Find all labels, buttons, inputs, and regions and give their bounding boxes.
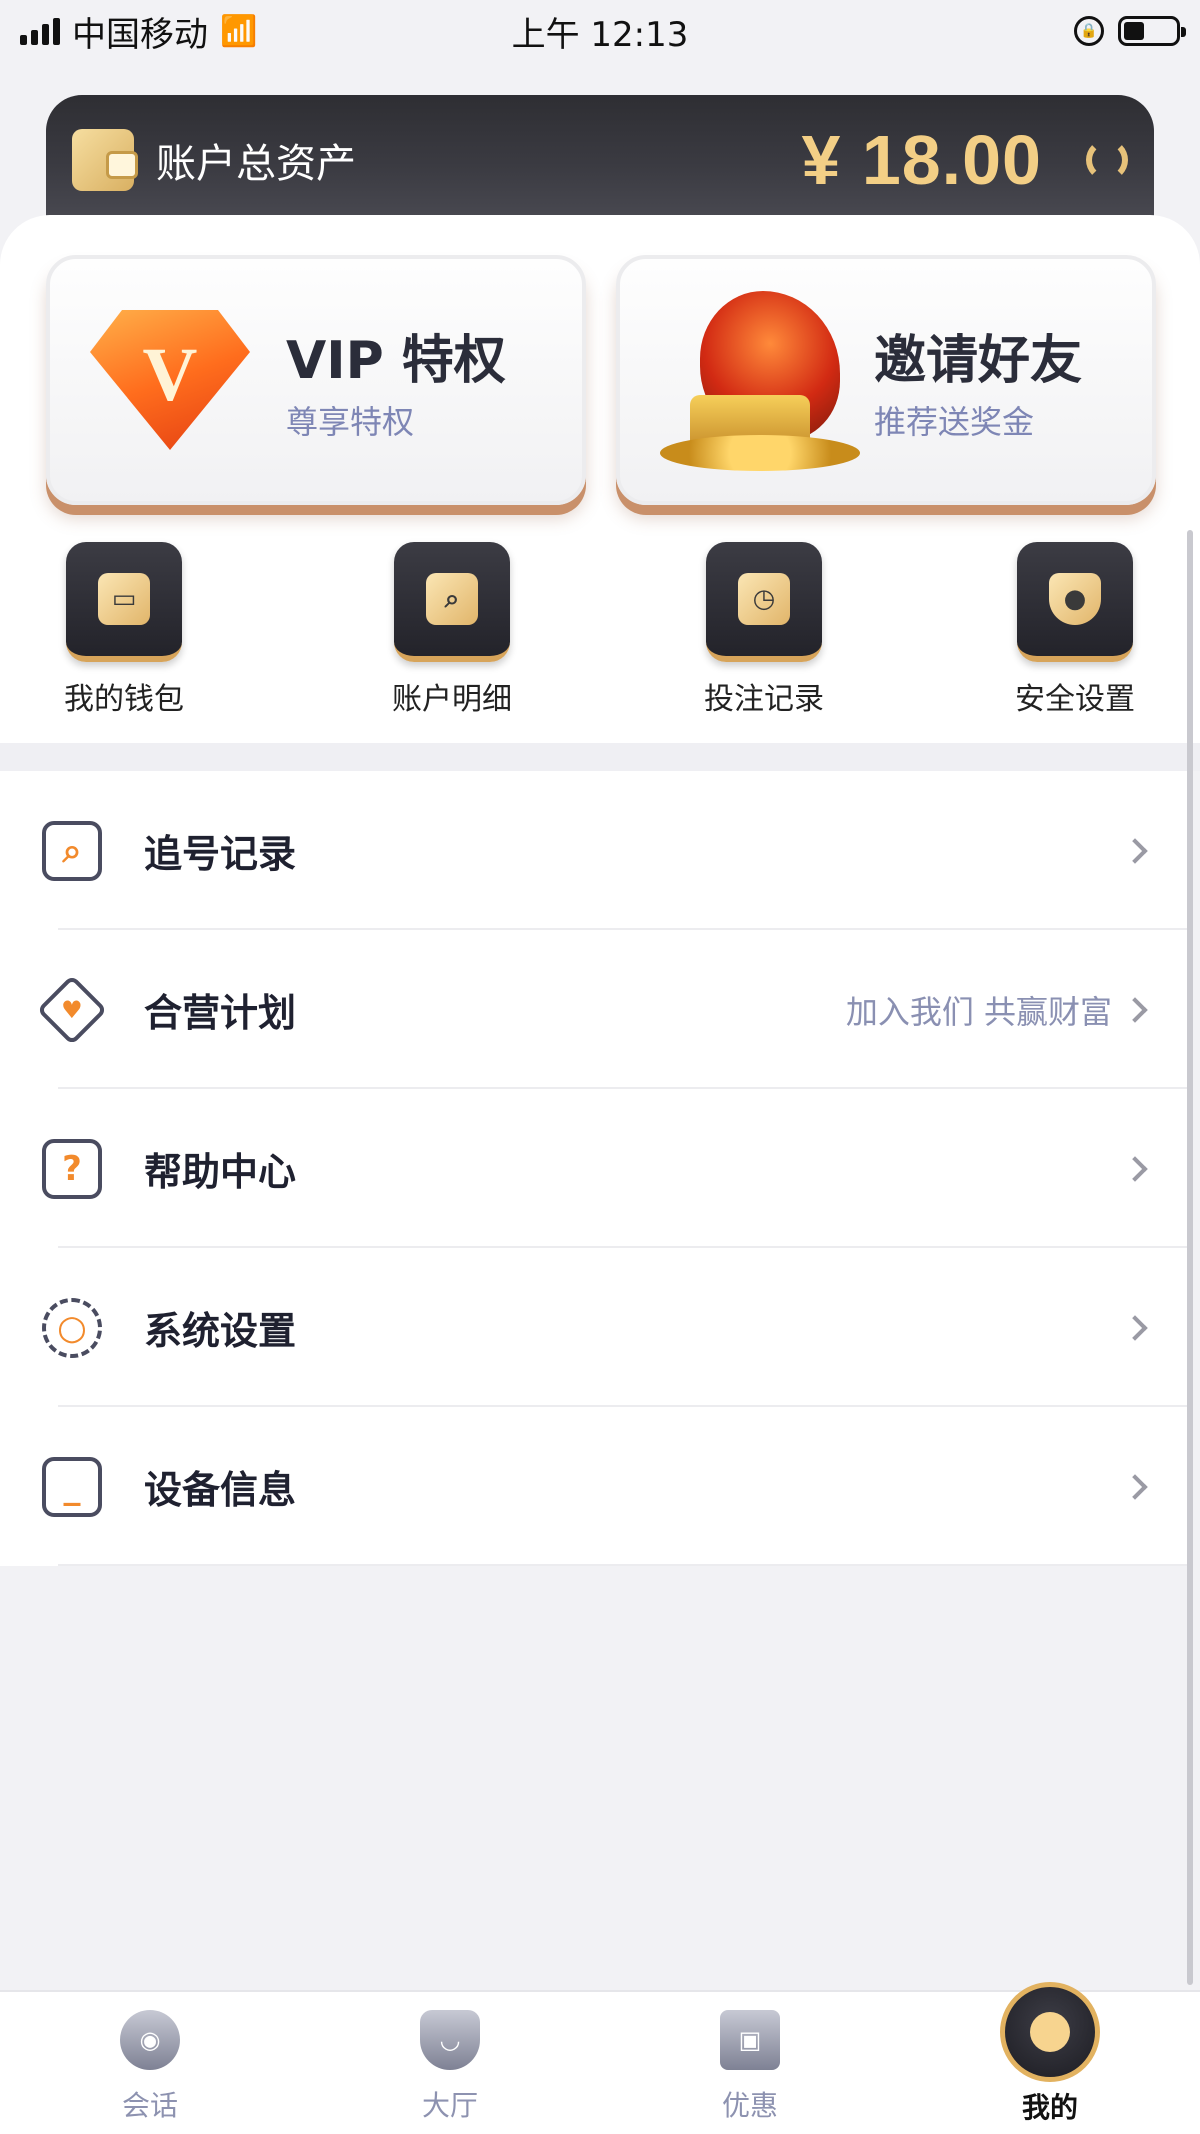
- tab-promotions[interactable]: ▣ 优惠: [670, 2010, 830, 2124]
- battery-icon: [1118, 16, 1186, 46]
- chevron-right-icon: [1122, 1314, 1148, 1341]
- status-bar: 中国移动 📶 上午 12:13 🔒: [0, 0, 1200, 62]
- quick-action-account-details[interactable]: ⌕ 账户明细: [377, 542, 527, 718]
- diamond-v-icon: V: [90, 310, 250, 450]
- vip-privilege-card[interactable]: V VIP 特权 尊享特权: [46, 255, 586, 505]
- tab-chat[interactable]: ◉ 会话: [70, 2010, 230, 2124]
- quick-action-label: 我的钱包: [64, 682, 184, 717]
- wallet-icon: [72, 129, 138, 191]
- gift-icon: ▣: [720, 2010, 780, 2070]
- menu-item-label: 追号记录: [144, 832, 297, 876]
- search-document-icon: ⌕: [394, 542, 510, 662]
- menu-item-affiliate-plan[interactable]: ♥ 合营计划 加入我们 共赢财富: [0, 930, 1190, 1089]
- settings-menu: ⌕ 追号记录 ♥ 合营计划 加入我们 共赢财富 ? 帮助中心 ○ 系统设置 _ …: [0, 771, 1190, 1566]
- status-right: 🔒: [1074, 16, 1186, 46]
- menu-item-label: 设备信息: [144, 1468, 297, 1512]
- chevron-right-icon: [1122, 1155, 1148, 1182]
- refresh-icon[interactable]: [1086, 139, 1128, 181]
- tab-label: 优惠: [721, 2089, 778, 2122]
- tab-label: 我的: [1021, 2091, 1078, 2124]
- menu-item-system-settings[interactable]: ○ 系统设置: [0, 1248, 1190, 1407]
- bottom-tab-bar: ◉ 会话 ◡ 大厅 ▣ 优惠 我的: [0, 1982, 1200, 2134]
- wifi-icon: 📶: [220, 13, 258, 49]
- lobby-icon: ◡: [420, 2010, 480, 2070]
- tab-label: 会话: [121, 2089, 178, 2122]
- quick-action-label: 安全设置: [1015, 682, 1135, 717]
- handshake-heart-icon: ♥: [36, 974, 108, 1045]
- menu-item-label: 系统设置: [144, 1309, 297, 1353]
- wallet-tile-icon: ▭: [66, 542, 182, 662]
- quick-action-wallet[interactable]: ▭ 我的钱包: [49, 542, 199, 718]
- carrier-name: 中国移动: [72, 14, 208, 55]
- menu-item-help-center[interactable]: ? 帮助中心: [0, 1089, 1190, 1248]
- balance-amount: ¥ 18.00: [801, 121, 1042, 199]
- gear-icon: ○: [42, 1297, 102, 1358]
- shield-lock-icon: ●: [1017, 542, 1133, 662]
- dragon-treasure-icon: [660, 285, 860, 475]
- tab-mine[interactable]: 我的: [970, 1982, 1130, 2126]
- quick-action-bet-records[interactable]: ◷ 投注记录: [689, 542, 839, 718]
- signal-icon: [20, 17, 60, 45]
- quick-action-security[interactable]: ● 安全设置: [1000, 542, 1150, 718]
- clock-document-icon: ◷: [706, 542, 822, 662]
- invite-subtitle: 推荐送奖金: [874, 402, 1035, 441]
- menu-item-hint: 加入我们 共赢财富: [845, 992, 1112, 1031]
- status-left: 中国移动 📶: [20, 7, 257, 56]
- section-divider: [0, 743, 1200, 771]
- user-icon: [1000, 1982, 1100, 2082]
- chevron-right-icon: [1122, 837, 1148, 864]
- menu-item-chase-records[interactable]: ⌕ 追号记录: [0, 771, 1190, 930]
- menu-item-label: 帮助中心: [144, 1150, 297, 1194]
- menu-item-label: 合营计划: [144, 991, 297, 1035]
- rotation-lock-icon: 🔒: [1074, 16, 1104, 46]
- vip-subtitle: 尊享特权: [286, 402, 415, 441]
- chevron-right-icon: [1122, 1473, 1148, 1500]
- invite-title: 邀请好友: [874, 330, 1083, 391]
- tab-lobby[interactable]: ◡ 大厅: [370, 2010, 530, 2124]
- scrollbar[interactable]: [1187, 530, 1193, 1985]
- quick-action-label: 账户明细: [392, 682, 512, 717]
- question-icon: ?: [42, 1138, 102, 1199]
- device-icon: _: [42, 1456, 102, 1517]
- menu-item-device-info[interactable]: _ 设备信息: [0, 1407, 1190, 1566]
- headset-icon: ◉: [120, 2010, 180, 2070]
- invite-friends-card[interactable]: 邀请好友 推荐送奖金: [616, 255, 1156, 505]
- balance-card: 账户总资产 ¥ 18.00: [46, 95, 1154, 225]
- balance-label: 账户总资产: [156, 141, 356, 187]
- tab-label: 大厅: [421, 2089, 478, 2122]
- search-list-icon: ⌕: [42, 820, 102, 881]
- chevron-right-icon: [1122, 996, 1148, 1023]
- vip-title: VIP 特权: [286, 330, 506, 391]
- quick-action-label: 投注记录: [704, 682, 824, 717]
